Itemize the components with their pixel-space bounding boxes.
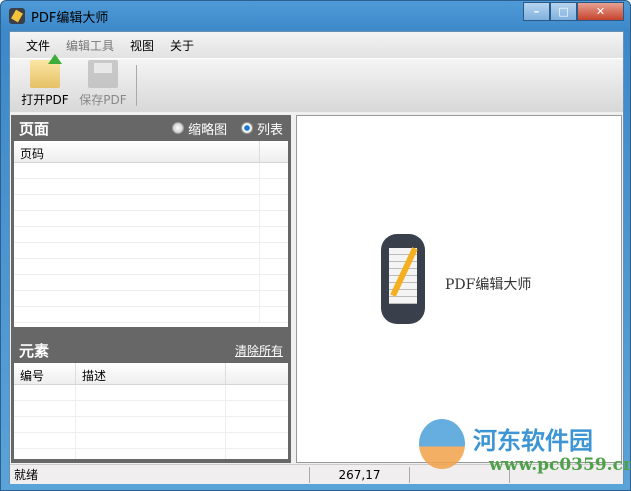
save-pdf-label: 保存PDF	[79, 93, 127, 107]
clear-all-link[interactable]: 清除所有	[235, 342, 283, 359]
radio-icon	[172, 122, 185, 134]
app-window: PDF编辑大师 – □ ✕ 文件 编辑工具 视图 关于 打开PDF 保存PDF …	[0, 0, 631, 491]
table-row	[14, 195, 288, 211]
elements-table[interactable]: 编号 描述	[14, 363, 288, 459]
menu-bar: 文件 编辑工具 视图 关于	[10, 32, 623, 58]
table-row	[14, 433, 288, 449]
watermark: 河东软件园 www.pc0359.cn	[419, 419, 631, 479]
radio-checked-icon	[240, 122, 253, 134]
open-folder-icon	[30, 54, 62, 88]
table-row	[14, 227, 288, 243]
table-row	[14, 401, 288, 417]
open-pdf-label: 打开PDF	[21, 93, 69, 107]
table-row	[14, 385, 288, 401]
minimize-button[interactable]: –	[523, 2, 550, 21]
open-pdf-button[interactable]: 打开PDF	[16, 54, 74, 112]
col-page-number[interactable]: 页码	[14, 141, 260, 162]
list-radio[interactable]: 列表	[240, 119, 283, 138]
thumbnail-label: 缩略图	[188, 122, 228, 138]
app-logo-icon	[381, 234, 425, 324]
window-title: PDF编辑大师	[31, 10, 109, 26]
left-panel: 页面 缩略图 列表 页码 元素 清除所有 编号 描述	[11, 115, 291, 463]
watermark-url: www.pc0359.cn	[489, 455, 631, 475]
table-row	[14, 211, 288, 227]
app-icon	[9, 8, 25, 24]
cursor-coords: 267,17	[310, 466, 410, 483]
table-row	[14, 163, 288, 179]
table-row	[14, 275, 288, 291]
col-number[interactable]: 编号	[14, 363, 76, 384]
table-row	[14, 307, 288, 323]
maximize-button[interactable]: □	[550, 2, 577, 21]
pages-title: 页面	[19, 119, 50, 138]
table-row	[14, 259, 288, 275]
pages-table[interactable]: 页码	[14, 141, 288, 327]
toolbar-separator	[136, 65, 137, 106]
watermark-name: 河东软件园	[473, 426, 593, 455]
table-row	[14, 291, 288, 307]
list-label: 列表	[256, 122, 283, 138]
thumbnail-radio[interactable]: 缩略图	[172, 119, 227, 138]
elements-title: 元素	[19, 341, 50, 360]
status-text: 就绪	[10, 466, 310, 483]
table-row	[14, 417, 288, 433]
menu-edit-tools[interactable]: 编辑工具	[66, 37, 114, 54]
title-bar: PDF编辑大师	[9, 6, 108, 26]
table-row	[14, 243, 288, 259]
table-row	[14, 449, 288, 459]
table-row	[14, 179, 288, 195]
save-pdf-button[interactable]: 保存PDF	[74, 59, 132, 112]
close-button[interactable]: ✕	[577, 2, 624, 21]
menu-file[interactable]: 文件	[26, 37, 50, 54]
preview-pane: PDF编辑大师	[296, 115, 622, 463]
col-description[interactable]: 描述	[76, 363, 226, 384]
menu-about[interactable]: 关于	[170, 37, 194, 54]
toolbar: 打开PDF 保存PDF	[10, 54, 623, 112]
watermark-logo-icon	[419, 419, 465, 469]
preview-app-name: PDF编辑大师	[445, 277, 532, 293]
menu-view[interactable]: 视图	[130, 37, 154, 54]
save-icon	[88, 60, 118, 88]
